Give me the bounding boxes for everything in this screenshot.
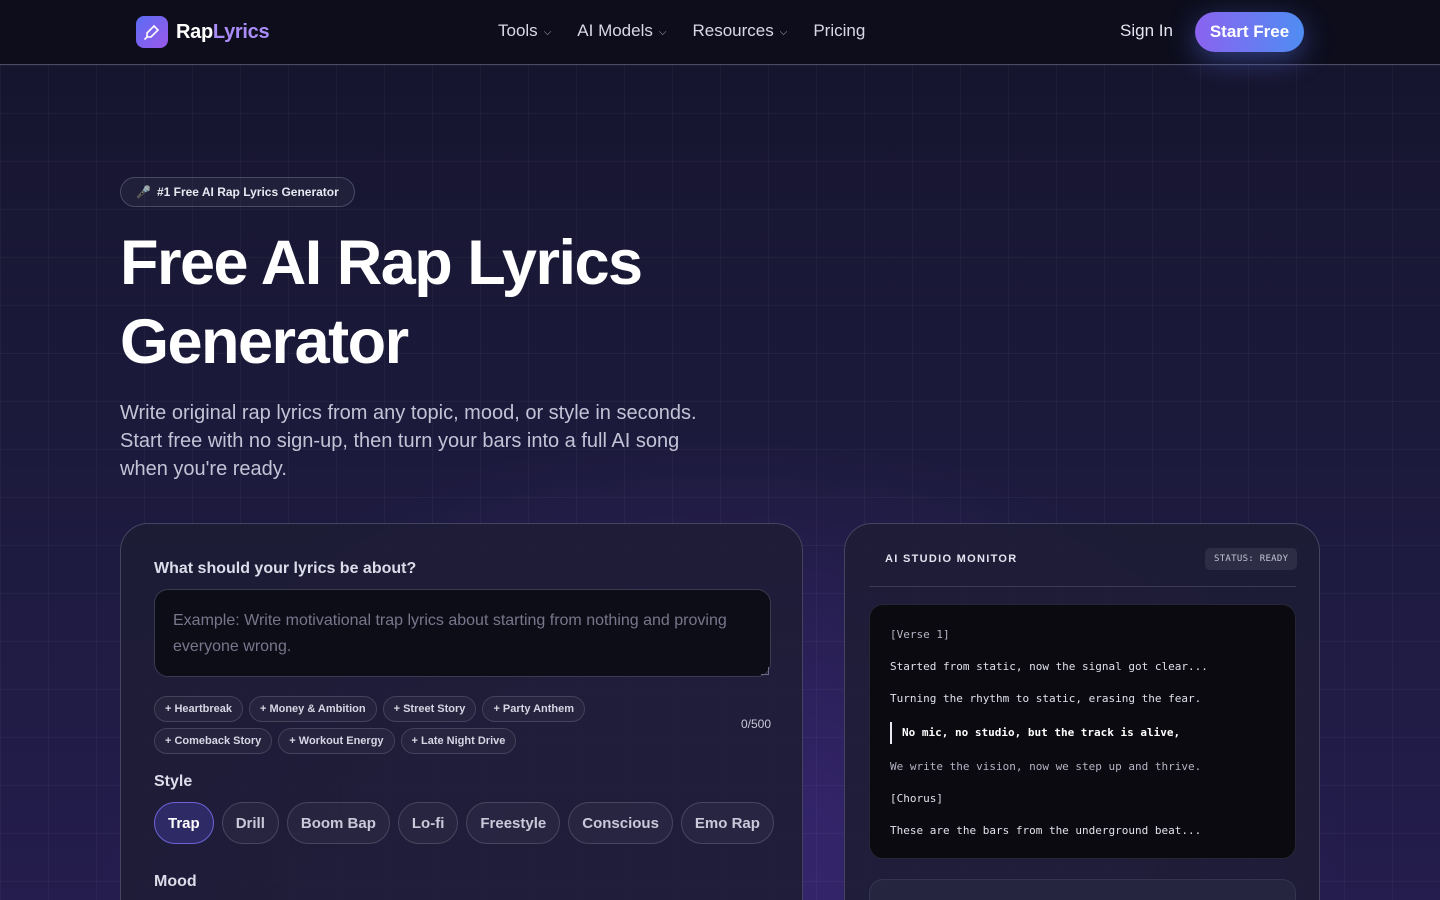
monitor-secondary-panel (869, 879, 1296, 900)
chip-heartbreak[interactable]: + Heartbreak (154, 696, 243, 722)
menu-pricing-label: Pricing (813, 21, 866, 40)
style-option-lo-fi[interactable]: Lo-fi (397, 802, 459, 844)
text-cursor (890, 722, 892, 744)
style-option-drill[interactable]: Drill (221, 802, 279, 844)
brand-name-lyrics: Lyrics (212, 20, 270, 43)
resize-handle-icon[interactable] (761, 667, 769, 675)
brand-logo[interactable]: RapLyrics (136, 16, 270, 48)
menu-tools-label: Tools (498, 21, 538, 40)
chip-street-story[interactable]: + Street Story (382, 696, 477, 722)
sign-in-link[interactable]: Sign In (1120, 21, 1173, 41)
style-option-emo-rap[interactable]: Emo Rap (680, 802, 774, 844)
top-navbar: RapLyrics Tools ⌵ AI Models ⌵ Resources … (0, 0, 1440, 65)
page-title: Free AI Rap Lyrics Generator (120, 224, 820, 382)
chevron-down-icon: ⌵ (779, 26, 788, 38)
start-free-button[interactable]: Start Free (1195, 12, 1304, 52)
lyric-line: We write the vision, now we step up and … (890, 760, 1202, 773)
chevron-down-icon: ⌵ (658, 26, 667, 38)
suggestion-chips-row-1: + Heartbreak + Money & Ambition + Street… (154, 696, 586, 722)
lyric-line-highlighted: No mic, no studio, but the track is aliv… (902, 726, 1181, 739)
lyric-line: Started from static, now the signal got … (890, 660, 1208, 673)
hero-badge-text: #1 Free AI Rap Lyrics Generator (156, 185, 339, 199)
lyric-line: [Verse 1] (890, 628, 950, 641)
style-option-boom-bap[interactable]: Boom Bap (286, 802, 390, 844)
character-counter: 0/500 (740, 717, 771, 731)
menu-ai-models-label: AI Models (577, 21, 653, 40)
mic-pen-icon (136, 16, 168, 48)
chip-late-night-drive[interactable]: + Late Night Drive (400, 728, 517, 754)
suggestion-chips-row-2: + Comeback Story + Workout Energy + Late… (154, 728, 517, 754)
ai-studio-monitor-card: AI STUDIO MONITOR STATUS: READY [Verse 1… (844, 523, 1320, 900)
style-option-conscious[interactable]: Conscious (568, 802, 673, 844)
style-option-trap[interactable]: Trap (154, 802, 214, 844)
brand-name: RapLyrics (176, 20, 270, 44)
main-menu: Tools ⌵ AI Models ⌵ Resources ⌵ Pricing (498, 21, 865, 41)
style-selector: Trap Drill Boom Bap Lo-fi Freestyle Cons… (154, 802, 774, 844)
mood-label: Mood (154, 873, 197, 890)
style-option-freestyle[interactable]: Freestyle (466, 802, 561, 844)
lyrics-form-card: What should your lyrics be about? + Hear… (120, 523, 803, 900)
topic-input[interactable] (154, 589, 771, 677)
lyric-line: Turning the rhythm to static, erasing th… (890, 692, 1202, 705)
menu-tools[interactable]: Tools ⌵ (498, 21, 551, 41)
lyric-line: [Chorus] (890, 792, 943, 805)
page-title-line1: Free AI Rap Lyrics (120, 228, 643, 298)
hero-subtitle: Write original rap lyrics from any topic… (120, 402, 697, 480)
status-badge: STATUS: READY (1205, 548, 1298, 570)
hero-badge: 🎤 #1 Free AI Rap Lyrics Generator (120, 177, 355, 207)
chip-workout-energy[interactable]: + Workout Energy (278, 728, 395, 754)
style-label: Style (154, 773, 193, 790)
monitor-divider (869, 586, 1296, 587)
menu-pricing[interactable]: Pricing (813, 21, 865, 41)
lyric-line: These are the bars from the underground … (890, 824, 1202, 837)
monitor-title: AI STUDIO MONITOR (885, 553, 1018, 565)
lyrics-preview-screen: [Verse 1] Started from static, now the s… (869, 604, 1296, 859)
topic-label: What should your lyrics be about? (154, 560, 417, 577)
microphone-icon: 🎤 (136, 185, 151, 199)
chevron-down-icon: ⌵ (543, 26, 552, 38)
chip-party-anthem[interactable]: + Party Anthem (482, 696, 586, 722)
brand-name-rap: Rap (176, 20, 213, 43)
menu-resources[interactable]: Resources ⌵ (692, 21, 787, 41)
menu-resources-label: Resources (692, 21, 774, 40)
chip-comeback-story[interactable]: + Comeback Story (154, 728, 273, 754)
menu-ai-models[interactable]: AI Models ⌵ (577, 21, 666, 41)
page-title-line2: Generator (120, 307, 409, 377)
chip-money-ambition[interactable]: + Money & Ambition (248, 696, 377, 722)
